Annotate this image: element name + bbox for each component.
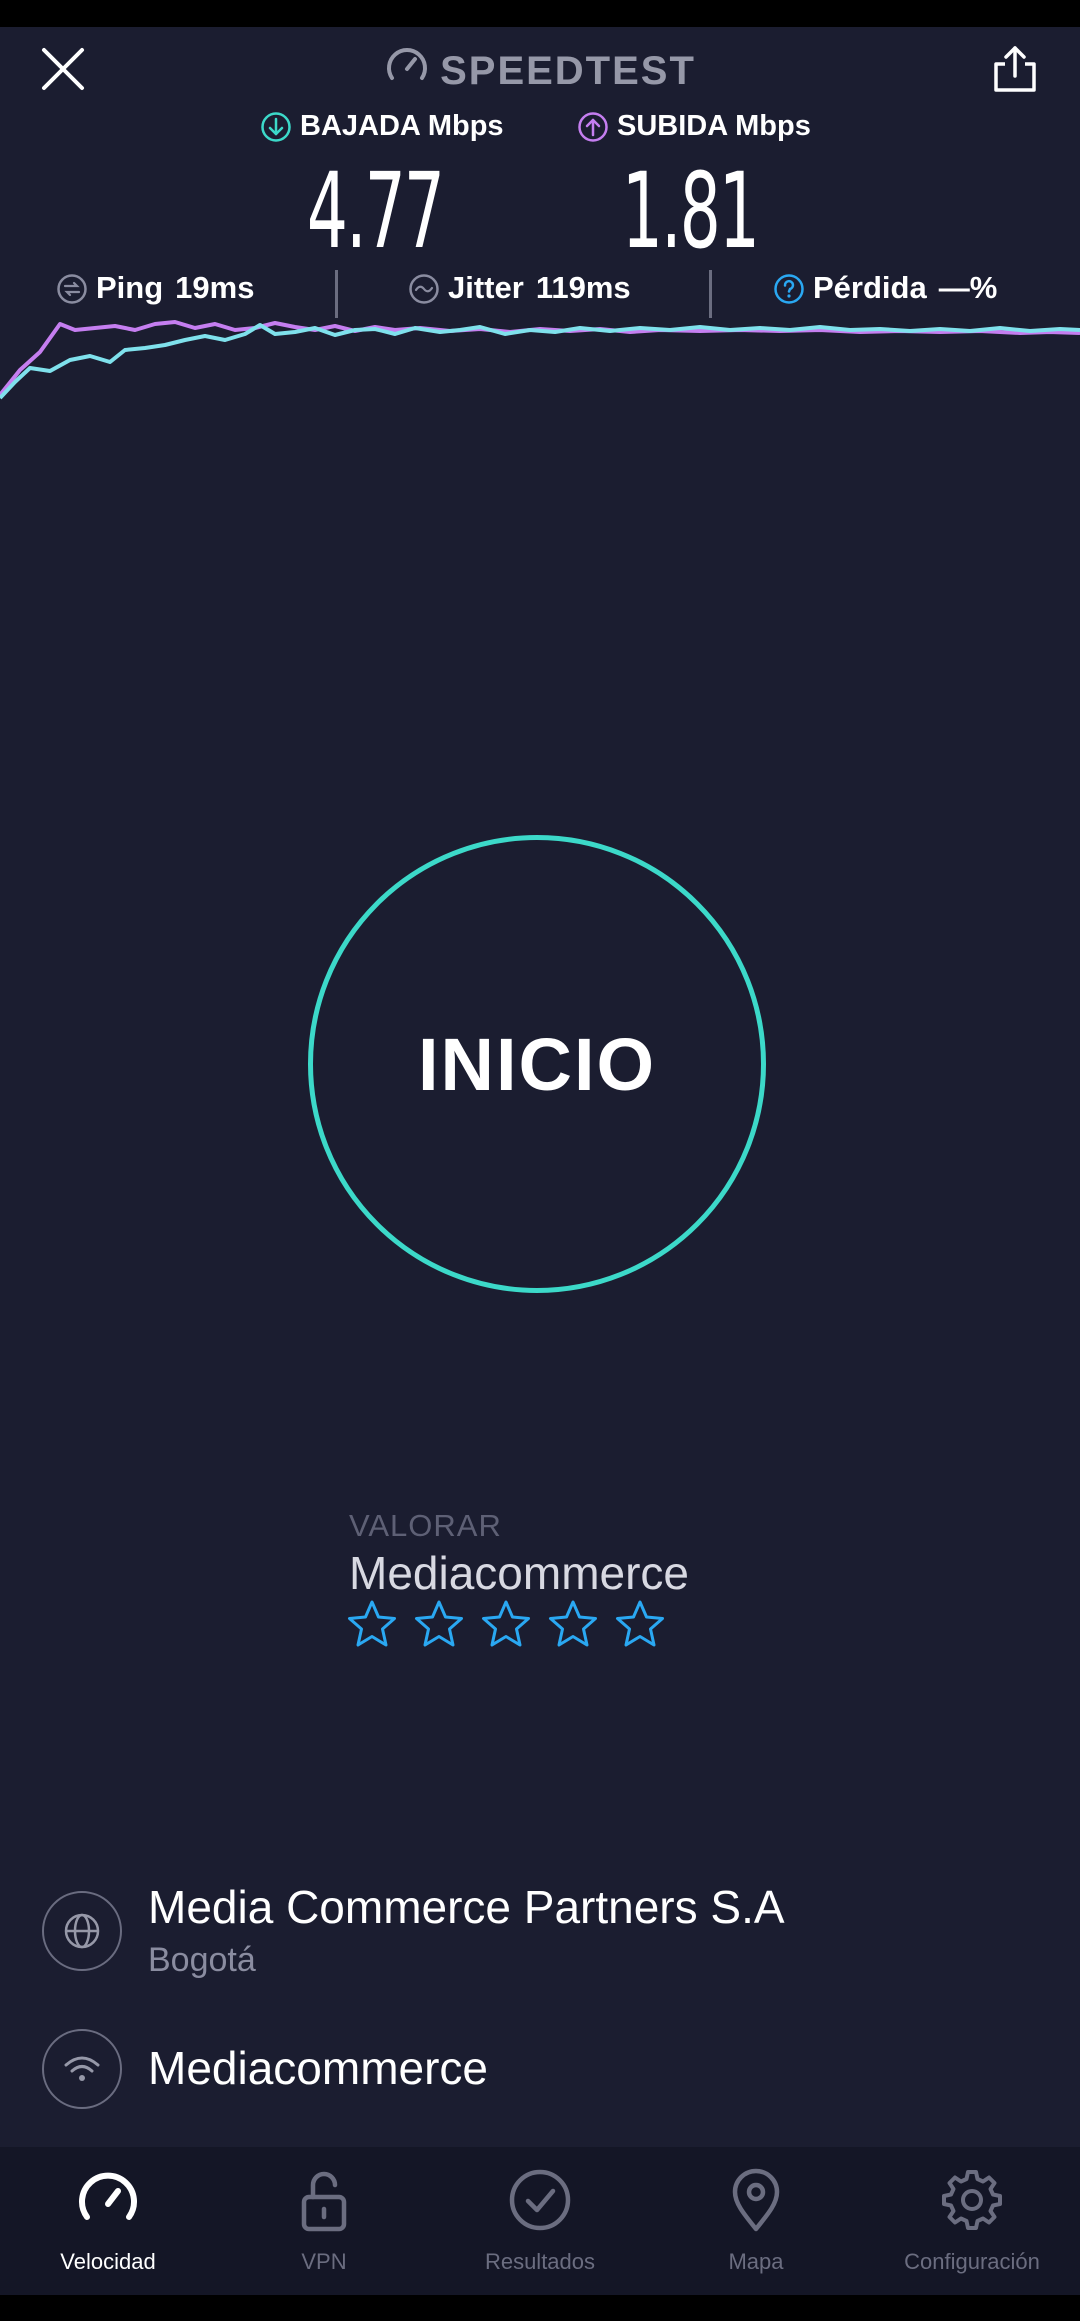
share-icon (994, 46, 1036, 92)
upload-graph-line (0, 320, 1080, 397)
star-2[interactable] (411, 1597, 467, 1653)
tab-velocidad[interactable]: Velocidad (0, 2147, 216, 2295)
jitter-label: Jitter (448, 270, 524, 305)
tab-vpn[interactable]: VPN (216, 2147, 432, 2295)
speed-gauge-icon (79, 2172, 137, 2220)
star-icon (348, 1600, 396, 1647)
jitter-stat: Jitter 119ms (408, 270, 631, 306)
app-title-text: SPEEDTEST (440, 49, 696, 93)
ping-icon (57, 274, 87, 304)
ping-stat: Ping 19ms (56, 270, 254, 306)
rate-label: VALORAR (349, 1508, 502, 1543)
share-button[interactable] (990, 44, 1040, 94)
tab-resultados[interactable]: Resultados (432, 2147, 648, 2295)
star-5[interactable] (612, 1597, 668, 1653)
map-pin-icon (732, 2168, 780, 2232)
download-label: BAJADA Mbps (300, 110, 504, 142)
tab-label: Velocidad (60, 2249, 156, 2274)
star-icon (415, 1600, 463, 1647)
rate-isp-name: Mediacommerce (349, 1547, 689, 1599)
rating-stars (344, 1597, 679, 1653)
network-name[interactable]: Mediacommerce (148, 2041, 488, 2095)
loss-label: Pérdida (813, 270, 927, 305)
star-icon (482, 1600, 530, 1647)
upload-value: 1.81 (621, 150, 760, 272)
server-name[interactable]: Media Commerce Partners S.A (148, 1880, 785, 1934)
star-icon (549, 1600, 597, 1647)
download-arrow-icon (261, 112, 291, 142)
tab-label: VPN (301, 2249, 347, 2274)
jitter-value: 119ms (535, 270, 631, 305)
upload-header: SUBIDA Mbps (577, 110, 811, 143)
tab-label: Mapa (728, 2249, 784, 2274)
download-value: 4.77 (306, 150, 445, 272)
tab-mapa[interactable]: Mapa (648, 2147, 864, 2295)
app-title: SPEEDTEST (0, 44, 1080, 94)
wifi-icon (64, 2056, 100, 2081)
loss-stat: Pérdida —% (773, 270, 997, 306)
tab-configuracion[interactable]: Configuración (864, 2147, 1080, 2295)
system-nav-bar (0, 2295, 1080, 2321)
loss-value: —% (938, 270, 998, 305)
globe-icon (64, 1913, 100, 1949)
ping-label: Ping (96, 270, 164, 305)
start-test-button[interactable]: INICIO (308, 835, 766, 1293)
speed-graph (0, 320, 1080, 400)
star-3[interactable] (478, 1597, 534, 1653)
lock-icon (301, 2171, 347, 2232)
upload-label: SUBIDA Mbps (617, 110, 811, 142)
status-bar (0, 0, 1080, 27)
server-globe-button[interactable] (42, 1891, 122, 1971)
network-wifi-button[interactable] (42, 2029, 122, 2109)
jitter-icon (409, 274, 439, 304)
check-circle-icon (509, 2169, 571, 2231)
question-icon (774, 274, 804, 304)
server-location: Bogotá (148, 1941, 256, 1979)
download-graph-line (0, 323, 1080, 400)
bottom-tab-bar: Velocidad VPN Resultados Mapa Configurac… (0, 2147, 1080, 2295)
speed-gauge-icon (387, 48, 428, 80)
tab-label: Resultados (484, 2249, 596, 2274)
download-header: BAJADA Mbps (260, 110, 504, 143)
upload-arrow-icon (578, 112, 608, 142)
gear-icon (942, 2170, 1002, 2230)
star-4[interactable] (545, 1597, 601, 1653)
star-1[interactable] (344, 1597, 400, 1653)
tab-label: Configuración (904, 2249, 1040, 2274)
ping-value: 19ms (175, 270, 255, 305)
star-icon (616, 1600, 664, 1647)
